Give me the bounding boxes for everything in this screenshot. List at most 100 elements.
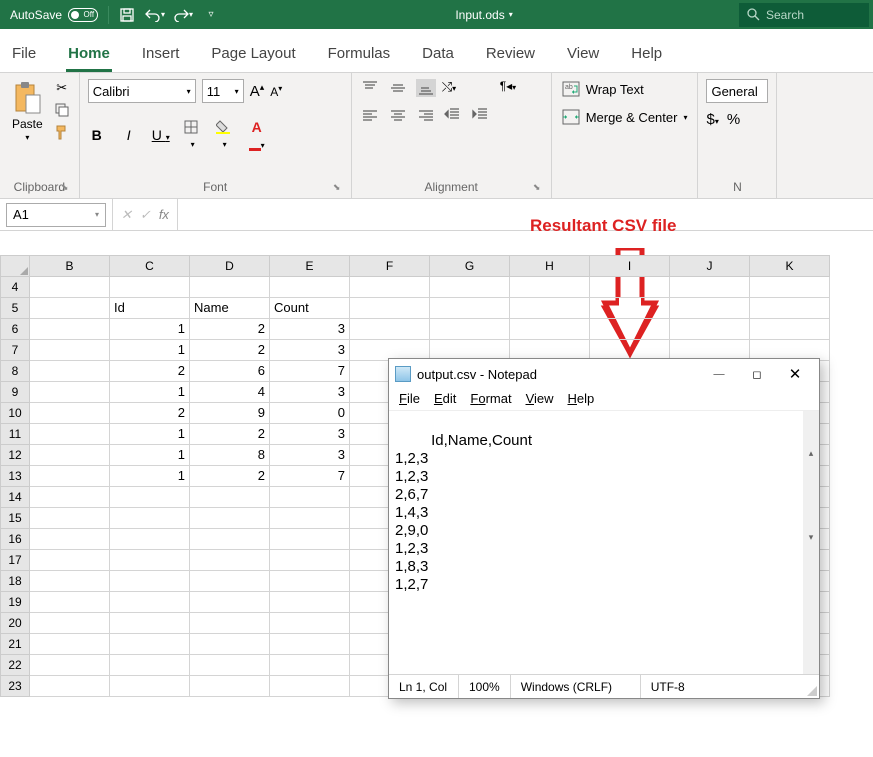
cell[interactable]: 2 (190, 466, 270, 487)
cell[interactable] (30, 382, 110, 403)
cell[interactable] (510, 277, 590, 298)
cell[interactable] (750, 319, 830, 340)
tab-data[interactable]: Data (420, 37, 456, 72)
cell[interactable] (30, 655, 110, 676)
cell[interactable] (30, 340, 110, 361)
currency-icon[interactable]: $▾ (706, 111, 718, 128)
cell[interactable] (430, 277, 510, 298)
cell[interactable] (30, 508, 110, 529)
decrease-font-icon[interactable]: A▾ (270, 84, 282, 99)
cell[interactable] (190, 613, 270, 634)
row-header[interactable]: 22 (0, 655, 30, 676)
cell[interactable] (430, 319, 510, 340)
row-header[interactable]: 10 (0, 403, 30, 424)
cell[interactable] (30, 592, 110, 613)
cell[interactable] (110, 550, 190, 571)
italic-button[interactable]: I (120, 127, 138, 143)
insert-function-icon[interactable]: fx (159, 207, 169, 222)
cell[interactable]: 1 (110, 424, 190, 445)
bold-button[interactable]: B (88, 127, 106, 143)
cell[interactable] (190, 634, 270, 655)
align-center-icon[interactable] (388, 107, 408, 125)
row-header[interactable]: 11 (0, 424, 30, 445)
merge-center-button[interactable]: Merge & Center ▾ (560, 107, 690, 127)
cell[interactable]: 4 (190, 382, 270, 403)
cell[interactable] (270, 613, 350, 634)
cell[interactable] (30, 319, 110, 340)
row-header[interactable]: 18 (0, 571, 30, 592)
number-format-combo[interactable]: General (706, 79, 768, 103)
copy-icon[interactable] (53, 101, 71, 119)
col-header-E[interactable]: E (270, 255, 350, 277)
cell[interactable] (270, 550, 350, 571)
cell[interactable]: 7 (270, 361, 350, 382)
cell[interactable] (110, 529, 190, 550)
cell[interactable]: Count (270, 298, 350, 319)
cell[interactable] (270, 676, 350, 697)
col-header-B[interactable]: B (30, 255, 110, 277)
row-header[interactable]: 14 (0, 487, 30, 508)
row-header[interactable]: 21 (0, 634, 30, 655)
alignment-dialog-icon[interactable]: ⬊ (531, 182, 543, 194)
enter-formula-icon[interactable]: ✓ (140, 207, 151, 223)
cell[interactable] (190, 529, 270, 550)
font-size-combo[interactable]: 11▾ (202, 79, 244, 103)
increase-indent-icon[interactable] (470, 105, 490, 123)
col-header-K[interactable]: K (750, 255, 830, 277)
cancel-formula-icon[interactable]: ✕ (121, 207, 132, 223)
cell[interactable] (670, 319, 750, 340)
cell[interactable]: 1 (110, 445, 190, 466)
cell[interactable]: 6 (190, 361, 270, 382)
col-header-G[interactable]: G (430, 255, 510, 277)
cell[interactable] (510, 298, 590, 319)
cell[interactable] (30, 529, 110, 550)
cell[interactable] (670, 277, 750, 298)
cell[interactable] (30, 445, 110, 466)
autosave-toggle[interactable]: Off (68, 8, 98, 22)
col-header-F[interactable]: F (350, 255, 430, 277)
row-header[interactable]: 4 (0, 277, 30, 298)
tab-formulas[interactable]: Formulas (326, 37, 393, 72)
borders-icon[interactable]: ▾ (184, 120, 202, 150)
align-bottom-icon[interactable] (416, 79, 436, 97)
cell[interactable] (30, 676, 110, 697)
cell[interactable] (270, 529, 350, 550)
cell[interactable] (30, 466, 110, 487)
cell[interactable]: 3 (270, 319, 350, 340)
clipboard-dialog-icon[interactable]: ⬊ (59, 182, 71, 194)
cell[interactable] (270, 487, 350, 508)
col-header-J[interactable]: J (670, 255, 750, 277)
tab-insert[interactable]: Insert (140, 37, 182, 72)
cell[interactable] (270, 277, 350, 298)
cell[interactable]: 2 (190, 424, 270, 445)
scroll-up-icon[interactable]: ▴ (803, 445, 819, 461)
cell[interactable]: 2 (190, 319, 270, 340)
notepad-text-area[interactable]: Id,Name,Count 1,2,3 1,2,3 2,6,7 1,4,3 2,… (389, 410, 819, 674)
rtl-icon[interactable]: ¶◂▾ (500, 79, 516, 93)
cell[interactable]: 7 (270, 466, 350, 487)
tab-help[interactable]: Help (629, 37, 664, 72)
notepad-titlebar[interactable]: output.csv - Notepad — ◻ ✕ (389, 359, 819, 389)
underline-button[interactable]: U ▾ (152, 127, 170, 143)
cell[interactable]: 3 (270, 340, 350, 361)
tab-page-layout[interactable]: Page Layout (209, 37, 297, 72)
cell[interactable] (110, 676, 190, 697)
close-icon[interactable]: ✕ (777, 361, 813, 387)
redo-icon[interactable]: ▾ (173, 5, 193, 25)
cell[interactable] (30, 634, 110, 655)
cell[interactable] (30, 298, 110, 319)
cell[interactable] (270, 571, 350, 592)
row-header[interactable]: 7 (0, 340, 30, 361)
row-header[interactable]: 16 (0, 529, 30, 550)
row-header[interactable]: 9 (0, 382, 30, 403)
row-header[interactable]: 17 (0, 550, 30, 571)
cell[interactable] (110, 571, 190, 592)
np-menu-format[interactable]: Format (470, 391, 511, 406)
cell[interactable] (670, 298, 750, 319)
np-menu-edit[interactable]: Edit (434, 391, 456, 406)
cell[interactable] (110, 487, 190, 508)
orientation-icon[interactable]: ⤭▾ (442, 79, 456, 95)
align-left-icon[interactable] (360, 107, 380, 125)
cell[interactable]: 3 (270, 445, 350, 466)
search-input[interactable]: Search (739, 3, 869, 27)
